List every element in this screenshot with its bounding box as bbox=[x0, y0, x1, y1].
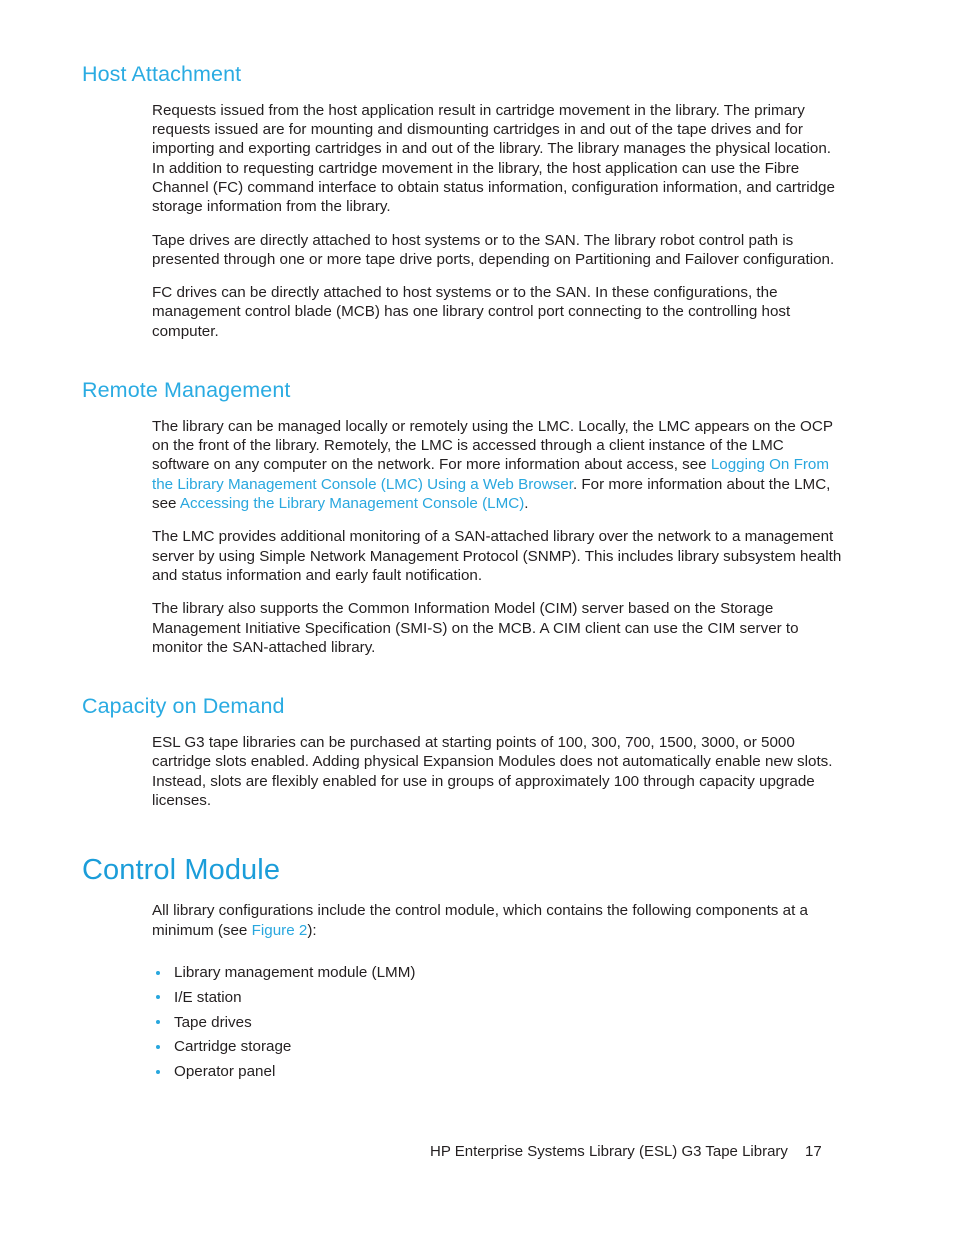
section-heading-host-attachment: Host Attachment bbox=[82, 62, 242, 86]
document-page: Host Attachment Requests issued from the… bbox=[0, 0, 954, 1235]
bullet-icon bbox=[156, 970, 160, 975]
section-host-attachment: Host Attachment bbox=[82, 62, 842, 88]
footer-document-title: HP Enterprise Systems Library (ESL) G3 T… bbox=[430, 1143, 788, 1160]
list-item-label: Tape drives bbox=[174, 1013, 252, 1031]
list-item-label: Cartridge storage bbox=[174, 1038, 292, 1056]
list-item: Tape drives bbox=[152, 1013, 842, 1032]
paragraph: FC drives can be directly attached to ho… bbox=[152, 284, 791, 340]
list-item-label: Operator panel bbox=[174, 1063, 276, 1081]
link-accessing-library-management-console[interactable]: Accessing the Library Management Console… bbox=[180, 495, 524, 512]
paragraph: The library also supports the Common Inf… bbox=[152, 600, 799, 656]
chapter-heading-control-module: Control Module bbox=[82, 854, 281, 887]
section-heading-capacity-on-demand: Capacity on Demand bbox=[82, 694, 285, 719]
section-capacity-on-demand: Capacity on Demand bbox=[82, 694, 842, 720]
paragraph-text: All library configurations include the c… bbox=[152, 902, 808, 939]
remote-management-body: The library can be managed locally or re… bbox=[152, 417, 842, 657]
section-heading-remote-management: Remote Management bbox=[82, 378, 291, 403]
footer-content: HP Enterprise Systems Library (ESL) G3 T… bbox=[430, 1142, 822, 1162]
page-content: Host Attachment Requests issued from the… bbox=[82, 62, 842, 1087]
section-control-module: Control Module bbox=[82, 854, 842, 887]
list-item: Cartridge storage bbox=[152, 1037, 842, 1056]
paragraph: ESL G3 tape libraries can be purchased a… bbox=[152, 733, 833, 809]
bullet-icon bbox=[156, 1069, 160, 1074]
link-figure-2[interactable]: Figure 2 bbox=[252, 922, 308, 939]
paragraph-text: ): bbox=[307, 921, 317, 939]
paragraph-with-links: All library configurations include the c… bbox=[152, 901, 842, 940]
paragraph-text: . bbox=[524, 495, 529, 513]
host-attachment-body: Requests issued from the host applicatio… bbox=[152, 101, 842, 341]
control-module-body: All library configurations include the c… bbox=[152, 901, 842, 1081]
list-item: Operator panel bbox=[152, 1062, 842, 1081]
list-item: Library management module (LMM) bbox=[152, 963, 842, 982]
page-footer: HP Enterprise Systems Library (ESL) G3 T… bbox=[0, 1142, 954, 1166]
bullet-icon bbox=[156, 995, 160, 1000]
footer-page-number: 17 bbox=[805, 1143, 822, 1160]
bullet-icon bbox=[156, 1044, 160, 1049]
control-module-component-list: Library management module (LMM) I/E stat… bbox=[152, 963, 842, 1081]
paragraph-with-links: The library can be managed locally or re… bbox=[152, 417, 842, 513]
paragraph: The LMC provides additional monitoring o… bbox=[152, 528, 842, 584]
list-item-label: Library management module (LMM) bbox=[174, 964, 416, 982]
list-item: I/E station bbox=[152, 988, 842, 1007]
section-remote-management: Remote Management bbox=[82, 378, 842, 404]
bullet-icon bbox=[156, 1020, 160, 1025]
paragraph: Tape drives are directly attached to hos… bbox=[152, 231, 835, 268]
list-item-label: I/E station bbox=[174, 988, 242, 1006]
capacity-on-demand-body: ESL G3 tape libraries can be purchased a… bbox=[152, 733, 842, 810]
paragraph: Requests issued from the host applicatio… bbox=[152, 101, 835, 216]
